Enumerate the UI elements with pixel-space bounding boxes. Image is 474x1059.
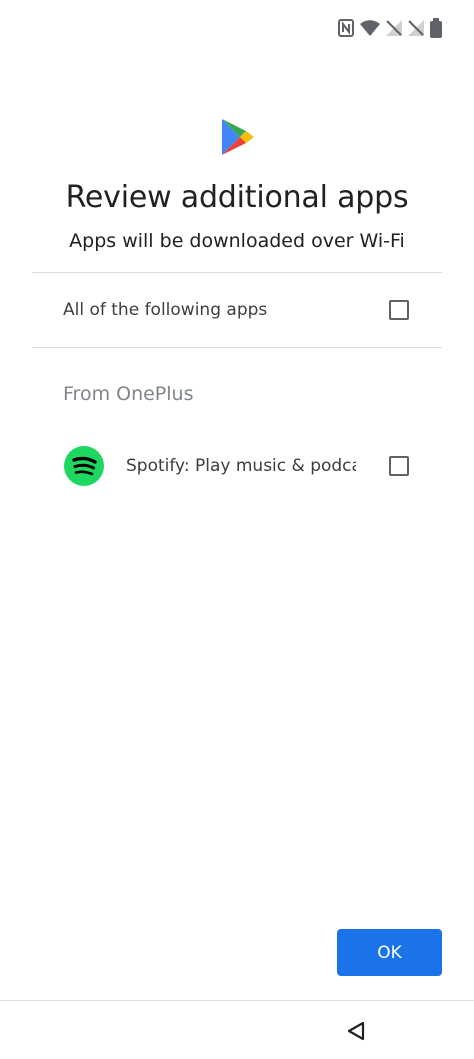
divider [32, 272, 442, 273]
select-all-checkbox[interactable] [389, 300, 409, 320]
status-icons [338, 18, 442, 42]
google-play-icon [220, 118, 256, 156]
app-name: Spotify: Play music & podcasts [126, 456, 356, 476]
back-icon[interactable] [345, 1020, 367, 1046]
battery-icon [430, 18, 442, 42]
app-checkbox[interactable] [389, 456, 409, 476]
signal-off-icon [408, 20, 424, 40]
wifi-icon [360, 20, 380, 40]
ok-button[interactable]: OK [337, 929, 442, 976]
page-title: Review additional apps [65, 180, 409, 215]
section-header: From OnePlus [63, 383, 194, 405]
signal-off-icon [386, 20, 402, 40]
page-subtitle: Apps will be downloaded over Wi-Fi [69, 230, 405, 252]
spotify-icon [64, 446, 104, 486]
status-bar [0, 0, 474, 56]
select-all-label: All of the following apps [63, 300, 268, 320]
nfc-icon [338, 19, 354, 41]
divider [32, 347, 442, 348]
navigation-bar [0, 1000, 474, 1059]
